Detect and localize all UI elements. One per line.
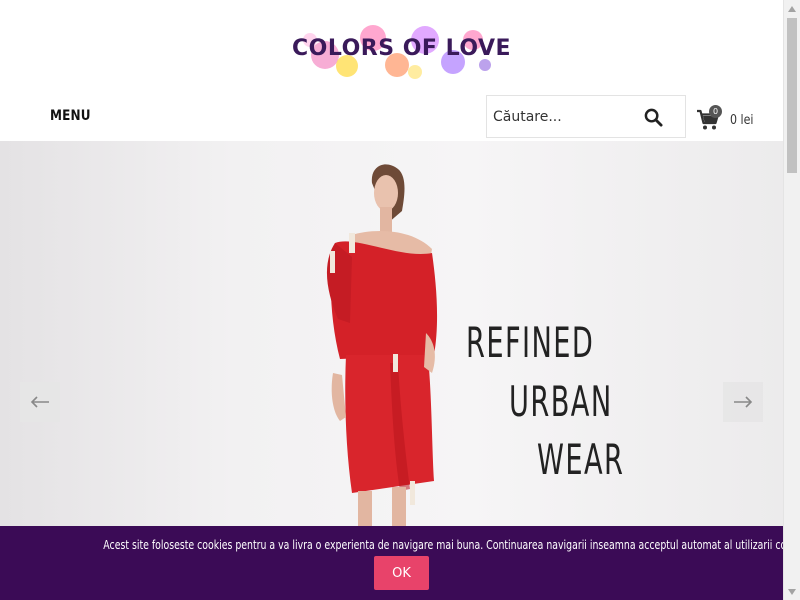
search-button[interactable] xyxy=(643,107,663,127)
cart-count-badge: 0 xyxy=(709,105,722,118)
scroll-up-icon xyxy=(788,5,796,12)
cookie-banner: Acest site foloseste cookies pentru a va… xyxy=(0,526,800,600)
search-box xyxy=(486,95,686,138)
logo[interactable]: COLORS OF LOVE xyxy=(285,10,511,86)
search-input[interactable] xyxy=(487,96,637,137)
hero-slogan-line-2: URBAN xyxy=(509,377,613,426)
cart-total: 0 lei xyxy=(730,113,754,128)
slider-next-button[interactable] xyxy=(723,382,763,422)
arrow-left-icon xyxy=(30,396,49,408)
arrow-right-icon xyxy=(734,396,753,408)
scroll-up-button[interactable] xyxy=(784,0,800,17)
page-scrollbar[interactable] xyxy=(783,0,800,600)
logo-text: COLORS OF LOVE xyxy=(292,36,512,61)
scroll-down-button[interactable] xyxy=(784,583,800,600)
cart-button[interactable]: 0 0 lei xyxy=(696,103,766,135)
site-header: COLORS OF LOVE MENU 0 0 lei xyxy=(0,0,783,141)
cookie-ok-button[interactable]: OK xyxy=(374,556,429,590)
scroll-thumb[interactable] xyxy=(787,18,797,173)
slider-prev-button[interactable] xyxy=(20,382,60,422)
scroll-down-icon xyxy=(788,588,796,595)
hero-slogan-line-1: REFINED xyxy=(466,318,595,367)
cookie-banner-text: Acest site foloseste cookies pentru a va… xyxy=(103,538,800,552)
search-icon xyxy=(644,108,663,127)
menu-button[interactable]: MENU xyxy=(50,108,91,124)
hero-slogan-line-3: WEAR xyxy=(537,435,625,484)
